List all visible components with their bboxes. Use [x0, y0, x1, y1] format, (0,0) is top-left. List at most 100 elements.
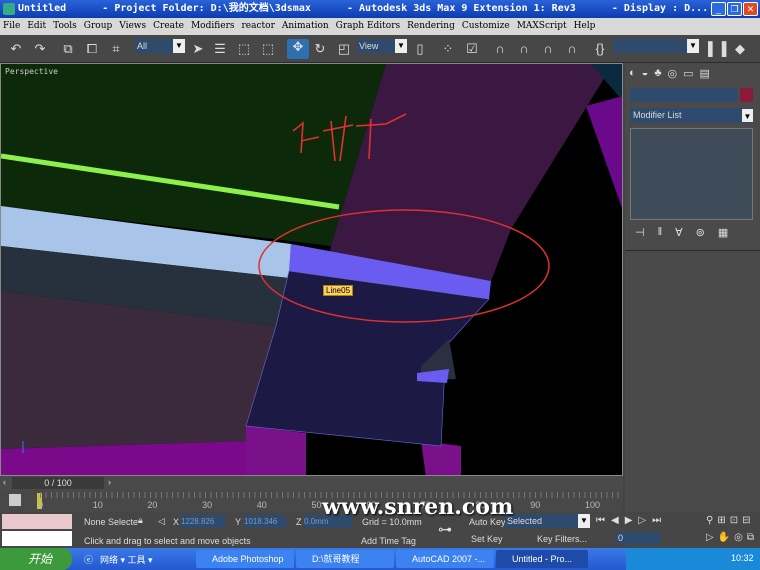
next-frame-icon[interactable]: › — [108, 477, 111, 487]
trackbar[interactable]: 0 10 20 30 40 50 60 70 80 90 100 — [0, 490, 623, 512]
menu-modifiers[interactable]: Modifiers — [191, 18, 235, 35]
trackbar-tick-label: 50 — [311, 500, 322, 510]
show-end-result-icon[interactable]: ‖ — [658, 226, 663, 239]
viewport-label[interactable]: Perspective — [5, 67, 58, 76]
quick-launch[interactable]: 网络 ▾ 工具 ▾ — [100, 553, 153, 566]
curve-editor-icon[interactable] — [9, 494, 21, 506]
snap-icon[interactable]: ∩ — [492, 41, 508, 57]
modifier-stack[interactable] — [630, 128, 753, 220]
menu-create[interactable]: Create — [153, 18, 184, 35]
trackbar-tick-label: 20 — [147, 500, 158, 510]
key-filters-button[interactable]: Key Filters... — [537, 534, 587, 544]
selection-filter-dropdown[interactable]: All ▼ — [135, 39, 185, 53]
edit-named-sel-icon[interactable]: {} — [592, 41, 608, 57]
pin-stack-icon[interactable]: ⊣ — [635, 226, 645, 239]
remove-modifier-icon[interactable]: ⊚ — [696, 226, 705, 239]
select-by-name-icon[interactable]: ☰ — [212, 41, 228, 57]
select-rotate-icon[interactable]: ↻ — [312, 41, 328, 57]
next-key-icon[interactable]: ▷ — [638, 515, 646, 526]
key-icon[interactable]: ⊶ — [438, 521, 452, 538]
select-object-icon[interactable]: ➤ — [190, 41, 206, 57]
app-icon — [3, 3, 15, 15]
utilities-tab-icon[interactable]: ▤ — [700, 67, 710, 80]
start-button[interactable]: 开始 — [0, 548, 72, 570]
go-to-end-icon[interactable]: ⏭ — [652, 515, 661, 526]
key-mode-dropdown[interactable]: Selected ▼ — [505, 514, 590, 528]
modifier-list-dropdown[interactable]: Modifier List ▼ — [630, 108, 753, 123]
menu-edit[interactable]: Edit — [27, 18, 46, 35]
x-coordinate-field[interactable]: 1228.826 — [181, 515, 225, 528]
keyboard-shortcut-icon[interactable]: ☑ — [464, 41, 480, 57]
close-button[interactable]: ✕ — [743, 2, 758, 16]
rect-selection-icon[interactable]: ⬚ — [236, 41, 252, 57]
task-autocad[interactable]: AutoCAD 2007 -... — [396, 550, 494, 568]
spinner-snap-icon[interactable]: ∩ — [564, 41, 580, 57]
time-slider[interactable]: ‹ 0 / 100 › — [0, 476, 623, 490]
object-name-input[interactable] — [630, 88, 737, 102]
modify-tab-icon[interactable]: ◒ — [642, 67, 649, 80]
named-selection-dropdown[interactable]: ▼ — [613, 39, 699, 53]
task-folder[interactable]: D:\就哥教程 — [296, 550, 394, 568]
perspective-viewport[interactable]: Perspective Line05 灯带 — [0, 63, 623, 476]
select-move-icon[interactable]: ✥ — [287, 39, 309, 59]
select-scale-icon[interactable]: ◰ — [336, 41, 352, 57]
menu-animation[interactable]: Animation — [282, 18, 329, 35]
transform-mode-icon[interactable]: ◁ — [158, 516, 165, 527]
menu-rendering[interactable]: Rendering — [407, 18, 455, 35]
bind-space-warp-icon[interactable]: ⌗ — [108, 41, 124, 57]
manipulate-icon[interactable]: ⁘ — [440, 41, 456, 57]
add-time-tag[interactable]: Add Time Tag — [361, 536, 416, 546]
angle-snap-icon[interactable]: ∩ — [516, 41, 532, 57]
play-icon[interactable]: ▶ — [625, 515, 633, 526]
lock-selection-icon[interactable]: 🔒︎ — [138, 515, 143, 526]
menu-graph-editors[interactable]: Graph Editors — [336, 18, 400, 35]
zoom-all-icon[interactable]: ⊞ — [717, 515, 725, 526]
maxscript-listener-top[interactable] — [2, 514, 72, 529]
set-key-button[interactable]: Set Key — [471, 534, 503, 544]
minimize-button[interactable]: _ — [711, 2, 726, 16]
arc-rotate-icon[interactable]: ◎ — [734, 532, 743, 543]
ie-icon[interactable]: ⓔ — [84, 553, 93, 566]
zoom-extents-icon[interactable]: ⊡ — [730, 515, 738, 526]
prev-frame-icon[interactable]: ‹ — [3, 477, 6, 487]
configure-sets-icon[interactable]: ▦ — [718, 226, 728, 239]
undo-icon[interactable]: ↶ — [8, 41, 24, 57]
link-icon[interactable]: ⧉ — [60, 41, 76, 57]
zoom-extents-all-icon[interactable]: ⊟ — [742, 515, 750, 526]
current-frame-field[interactable]: 0 — [616, 532, 660, 545]
make-unique-icon[interactable]: ∀ — [675, 226, 683, 239]
zoom-icon[interactable]: ⚲ — [706, 515, 713, 526]
object-color-swatch[interactable] — [740, 88, 753, 102]
go-to-start-icon[interactable]: ⏮ — [596, 515, 605, 526]
menu-tools[interactable]: Tools — [53, 18, 77, 35]
pan-icon[interactable]: ✋ — [718, 532, 730, 543]
unlink-icon[interactable]: ⧠ — [84, 41, 100, 57]
ref-coord-dropdown[interactable]: View ▼ — [357, 39, 407, 53]
display-tab-icon[interactable]: ▭ — [683, 67, 693, 80]
task-photoshop[interactable]: Adobe Photoshop — [196, 550, 294, 568]
menu-maxscript[interactable]: MAXScript — [517, 18, 567, 35]
redo-icon[interactable]: ↷ — [32, 41, 48, 57]
menu-group[interactable]: Group — [84, 18, 112, 35]
menu-views[interactable]: Views — [119, 18, 146, 35]
align-icon[interactable]: ◆ — [732, 41, 748, 57]
menu-file[interactable]: File — [3, 18, 20, 35]
fov-icon[interactable]: ▷ — [706, 532, 714, 543]
time-slider-thumb[interactable]: 0 / 100 — [12, 477, 104, 489]
maxscript-listener-bottom[interactable] — [2, 531, 72, 546]
hierarchy-tab-icon[interactable]: ♣ — [654, 67, 661, 80]
motion-tab-icon[interactable]: ◎ — [668, 67, 678, 80]
menu-help[interactable]: Help — [574, 18, 596, 35]
restore-button[interactable]: ❐ — [727, 2, 742, 16]
y-coordinate-field[interactable]: 1018.346 — [244, 515, 286, 528]
task-3dsmax[interactable]: Untitled - Pro... — [496, 550, 588, 568]
create-tab-icon[interactable]: ◐ — [629, 67, 636, 80]
prev-key-icon[interactable]: ◀ — [611, 515, 619, 526]
percent-snap-icon[interactable]: ∩ — [540, 41, 556, 57]
window-crossing-icon[interactable]: ⬚ — [260, 41, 276, 57]
maximize-viewport-icon[interactable]: ⧉ — [747, 532, 754, 543]
menu-customize[interactable]: Customize — [462, 18, 510, 35]
pivot-icon[interactable]: ▯ — [412, 41, 428, 57]
menu-reactor[interactable]: reactor — [242, 18, 275, 35]
mirror-icon[interactable]: ▌▐ — [708, 41, 726, 57]
